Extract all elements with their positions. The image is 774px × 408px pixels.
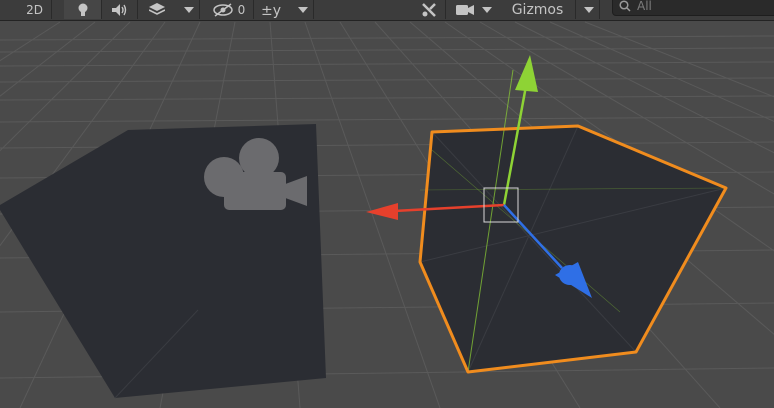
lighting-toggle-button[interactable]: [64, 0, 102, 19]
camera-dropdown[interactable]: [478, 0, 496, 19]
chevron-down-icon: [297, 6, 308, 13]
layers-icon: [149, 2, 165, 17]
scene-search[interactable]: [612, 0, 774, 16]
scene-toolbar: 2D 0 ±y Gizmos All: [0, 0, 774, 21]
hidden-count: 0: [237, 2, 246, 17]
audio-icon: [111, 3, 129, 16]
chevron-down-icon: [183, 6, 194, 13]
gizmos-label: Gizmos: [511, 1, 564, 18]
visibility-icon: [212, 2, 234, 17]
effects-dropdown[interactable]: [178, 0, 200, 19]
chevron-down-icon: [583, 6, 594, 13]
toggle-2d-label: 2D: [26, 2, 43, 17]
component-tools-button[interactable]: [412, 0, 446, 19]
grid-snap-icon: ±y: [260, 2, 282, 18]
effects-button[interactable]: [142, 0, 172, 19]
scene-viewport[interactable]: [0, 0, 774, 408]
camera-icon: [456, 4, 474, 16]
bulb-icon: [77, 3, 89, 17]
tools-icon: [421, 2, 437, 18]
toggle-2d-button[interactable]: 2D: [18, 0, 52, 19]
grid-dropdown[interactable]: [292, 0, 314, 19]
chevron-down-icon: [482, 6, 492, 13]
cube-object[interactable]: [418, 69, 728, 374]
x-axis-arrow[interactable]: [366, 203, 398, 220]
search-input[interactable]: [637, 0, 757, 13]
grid-snapping-button[interactable]: ±y: [254, 0, 288, 19]
gizmos-button[interactable]: Gizmos: [500, 0, 576, 19]
audio-toggle-button[interactable]: [102, 0, 138, 19]
search-icon: [619, 0, 631, 16]
camera-settings-button[interactable]: [452, 0, 478, 19]
svg-text:±y: ±y: [261, 3, 281, 18]
hidden-objects-toggle[interactable]: 0: [204, 0, 254, 19]
scene-view[interactable]: 2D 0 ±y Gizmos All: [0, 0, 774, 408]
gizmos-dropdown[interactable]: [578, 0, 600, 19]
